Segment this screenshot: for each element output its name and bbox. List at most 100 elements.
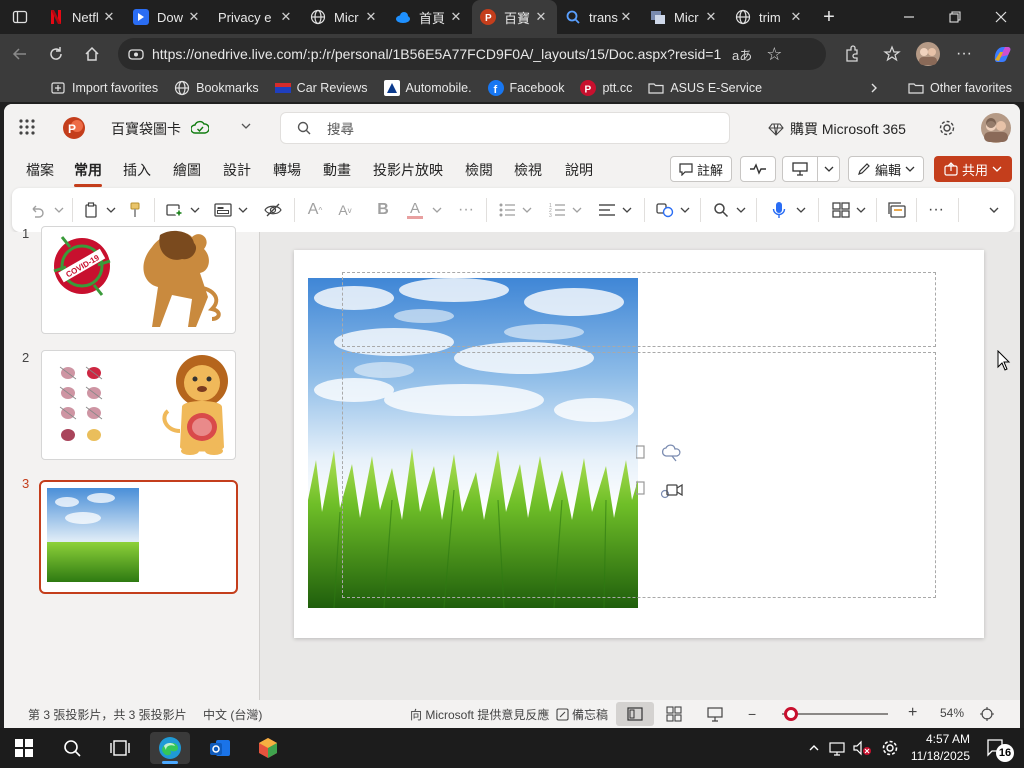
chevron-down-icon[interactable]: [824, 164, 834, 174]
star-icon[interactable]: ☆: [766, 44, 782, 65]
catch-up-button[interactable]: [740, 156, 776, 182]
close-icon[interactable]: ✕: [533, 9, 549, 25]
format-painter-icon[interactable]: [124, 198, 146, 222]
undo-chevron-icon[interactable]: [52, 198, 66, 222]
more-options-icon[interactable]: ···: [946, 36, 982, 72]
insert-picture-icon[interactable]: [636, 480, 646, 496]
network-icon[interactable]: [828, 732, 848, 764]
app-launcher-icon[interactable]: [18, 118, 36, 136]
saved-status-icon[interactable]: [191, 120, 209, 136]
paste-icon[interactable]: [80, 198, 102, 222]
task-view-icon[interactable]: [100, 732, 140, 764]
find-chevron-icon[interactable]: [734, 198, 748, 222]
language-text[interactable]: 中文 (台灣): [203, 706, 262, 723]
reading-view-icon[interactable]: [707, 706, 723, 722]
notification-center-button[interactable]: 16: [980, 732, 1014, 764]
slide-canvas[interactable]: [294, 250, 984, 638]
font-color-icon[interactable]: A: [404, 198, 426, 222]
layout-icon[interactable]: [212, 198, 234, 222]
tab-draw[interactable]: 繪圖: [173, 160, 201, 180]
favorite-asus[interactable]: ASUS E-Service: [640, 74, 770, 102]
tab-view[interactable]: 檢視: [514, 160, 542, 180]
feedback-link[interactable]: 向 Microsoft 提供意見反應: [410, 706, 549, 723]
designer-chevron-icon[interactable]: [854, 198, 868, 222]
app-taskbar-icon[interactable]: [248, 732, 288, 764]
more-font-options-icon[interactable]: ···: [454, 198, 478, 222]
font-color-chevron-icon[interactable]: [430, 198, 444, 222]
browser-tab[interactable]: Privacy e ✕: [210, 0, 302, 34]
tab-review[interactable]: 檢閱: [465, 160, 493, 180]
insert-video-icon[interactable]: [660, 482, 684, 500]
comments-button[interactable]: 註解: [670, 156, 732, 182]
other-favorites[interactable]: Other favorites: [900, 74, 1020, 102]
browser-tab[interactable]: Netfl ✕: [40, 0, 125, 34]
favorite-ptt[interactable]: P ptt.cc: [572, 74, 640, 102]
insert-table-icon[interactable]: [636, 444, 646, 460]
align-chevron-icon[interactable]: [620, 198, 634, 222]
find-icon[interactable]: [710, 198, 732, 222]
zoom-level[interactable]: 54%: [940, 706, 964, 720]
content-placeholder[interactable]: [342, 352, 936, 598]
back-icon[interactable]: [2, 36, 38, 72]
editing-mode-button[interactable]: 編輯: [848, 156, 924, 182]
edge-taskbar-icon[interactable]: [150, 732, 190, 764]
slide-thumbnail-2[interactable]: [41, 350, 236, 460]
refresh-icon[interactable]: [38, 36, 74, 72]
new-slide-chevron-icon[interactable]: [188, 198, 202, 222]
start-button[interactable]: [4, 732, 44, 764]
minimize-icon[interactable]: [886, 0, 932, 34]
notes-button[interactable]: 備忘稿: [556, 706, 608, 723]
tab-transitions[interactable]: 轉場: [273, 160, 301, 180]
title-placeholder[interactable]: [342, 272, 936, 347]
slide-sorter-icon[interactable]: [666, 706, 682, 722]
title-chevron-down-icon[interactable]: [240, 120, 252, 132]
close-icon[interactable]: ✕: [618, 9, 634, 25]
search-box[interactable]: 搜尋: [280, 112, 730, 144]
favorite-automobile[interactable]: Automobile.: [376, 74, 480, 102]
shapes-chevron-icon[interactable]: [678, 198, 692, 222]
url-field[interactable]: https://onedrive.live.com/:p:/r/personal…: [118, 38, 826, 70]
document-title[interactable]: 百寶袋圖卡: [111, 119, 181, 139]
close-icon[interactable]: ✕: [788, 9, 804, 25]
browser-tab[interactable]: Micr ✕: [302, 0, 387, 34]
slide-thumbnail-1[interactable]: COVID-19: [41, 226, 236, 334]
copilot-icon[interactable]: [984, 36, 1020, 72]
undo-icon[interactable]: [26, 198, 48, 222]
browser-tab[interactable]: Micr ✕: [642, 0, 727, 34]
close-icon[interactable]: ✕: [101, 9, 117, 25]
close-window-icon[interactable]: [978, 0, 1024, 34]
new-tab-button[interactable]: +: [812, 0, 846, 34]
tab-actions-icon[interactable]: [0, 0, 40, 34]
profile-avatar[interactable]: [910, 36, 946, 72]
settings-icon[interactable]: [938, 119, 956, 137]
tab-home[interactable]: 常用: [74, 160, 102, 180]
paste-chevron-icon[interactable]: [104, 198, 118, 222]
close-icon[interactable]: ✕: [278, 9, 294, 25]
zoom-in-button[interactable]: +: [908, 704, 917, 722]
decrease-font-icon[interactable]: Av: [334, 198, 356, 222]
tab-file[interactable]: 檔案: [26, 160, 54, 180]
browser-tab[interactable]: trim ✕: [727, 0, 812, 34]
bold-icon[interactable]: B: [372, 198, 394, 222]
zoom-slider-thumb[interactable]: [784, 707, 798, 721]
zoom-slider[interactable]: [782, 707, 888, 721]
tab-slideshow[interactable]: 投影片放映: [373, 160, 443, 180]
show-hidden-icons-icon[interactable]: [804, 732, 824, 764]
tab-help[interactable]: 說明: [565, 160, 593, 180]
more-commands-icon[interactable]: ···: [924, 198, 948, 222]
numbering-chevron-icon[interactable]: [570, 198, 584, 222]
close-icon[interactable]: ✕: [186, 9, 202, 25]
search-icon[interactable]: [52, 732, 92, 764]
reuse-slides-icon[interactable]: [886, 198, 908, 222]
favorite-bookmarks[interactable]: Bookmarks: [166, 74, 267, 102]
tab-animations[interactable]: 動畫: [323, 160, 351, 180]
shapes-icon[interactable]: [654, 198, 676, 222]
ribbon-expand-chevron-icon[interactable]: [986, 198, 1002, 222]
slide-thumbnail-3[interactable]: [39, 480, 238, 594]
bullets-chevron-icon[interactable]: [520, 198, 534, 222]
browser-tab[interactable]: Dow ✕: [125, 0, 210, 34]
designer-icon[interactable]: [830, 198, 852, 222]
favorite-facebook[interactable]: f Facebook: [480, 74, 573, 102]
extensions-icon[interactable]: [834, 36, 870, 72]
favorite-import[interactable]: Import favorites: [42, 74, 166, 102]
